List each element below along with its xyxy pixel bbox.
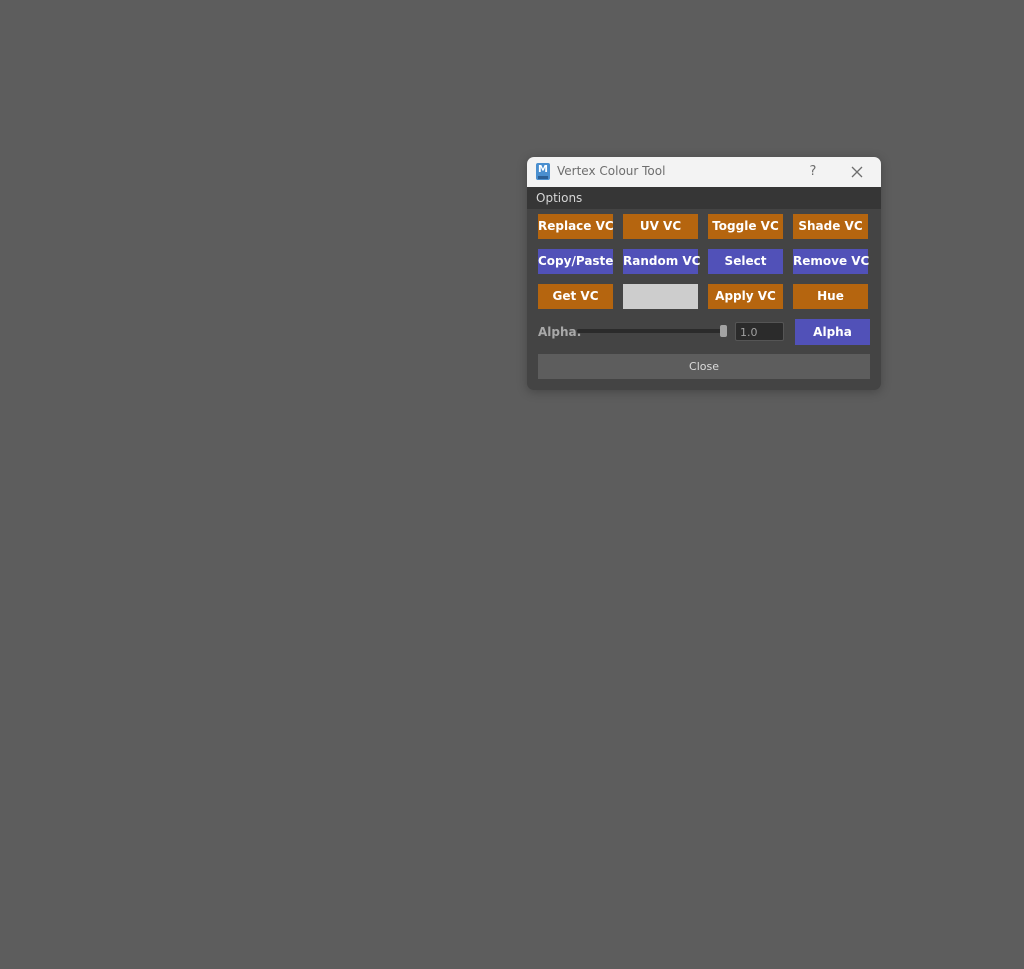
copy-paste-button[interactable]: Copy/Paste xyxy=(538,249,613,274)
menu-bar: Options xyxy=(527,187,881,209)
desktop: M Vertex Colour Tool ? Options Replace V… xyxy=(0,0,1024,969)
alpha-button[interactable]: Alpha xyxy=(795,319,870,345)
alpha-value-field[interactable]: 1.0 xyxy=(735,322,784,341)
alpha-label: Alpha: xyxy=(538,325,582,339)
uv-vc-button[interactable]: UV VC xyxy=(623,214,698,239)
replace-vc-button[interactable]: Replace VC xyxy=(538,214,614,239)
maya-icon: M xyxy=(536,163,550,180)
menu-options[interactable]: Options xyxy=(536,191,582,205)
alpha-slider-fill xyxy=(577,329,727,333)
shade-vc-button[interactable]: Shade VC xyxy=(793,214,868,239)
random-vc-button[interactable]: Random VC xyxy=(623,249,701,274)
apply-vc-button[interactable]: Apply VC xyxy=(708,284,783,309)
help-button[interactable]: ? xyxy=(805,162,821,182)
maya-icon-base xyxy=(538,176,548,179)
remove-vc-button[interactable]: Remove VC xyxy=(793,249,869,274)
colour-swatch[interactable] xyxy=(623,284,698,309)
toggle-vc-button[interactable]: Toggle VC xyxy=(708,214,783,239)
close-icon[interactable] xyxy=(849,164,865,180)
select-button[interactable]: Select xyxy=(708,249,783,274)
close-button[interactable]: Close xyxy=(538,354,870,379)
window-title: Vertex Colour Tool xyxy=(557,164,666,178)
title-bar[interactable]: M Vertex Colour Tool ? xyxy=(527,157,881,187)
hue-button[interactable]: Hue xyxy=(793,284,868,309)
get-vc-button[interactable]: Get VC xyxy=(538,284,613,309)
alpha-slider-track[interactable] xyxy=(577,329,727,333)
vertex-colour-tool-window: M Vertex Colour Tool ? Options Replace V… xyxy=(527,157,881,390)
maya-icon-letter: M xyxy=(538,164,548,175)
alpha-slider-handle[interactable] xyxy=(720,325,727,337)
